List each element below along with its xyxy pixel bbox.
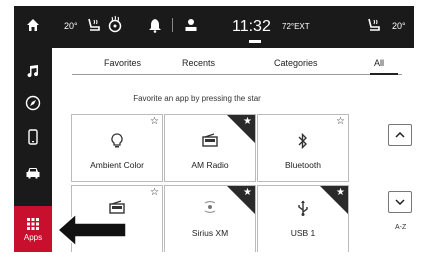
app-screen: Apps 20° 11:32 72°EXT 20° Favorites Rece… xyxy=(14,6,414,252)
pointer-arrow-icon xyxy=(56,212,127,248)
